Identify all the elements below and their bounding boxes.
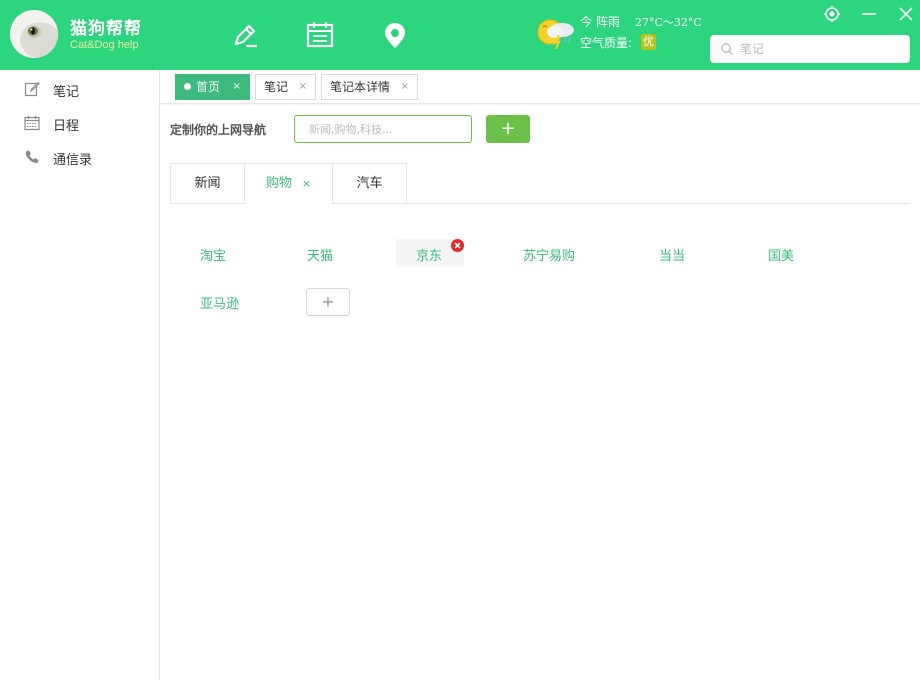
sidebar-item-label: 笔记 [53,85,80,100]
link-amazon[interactable]: 亚马逊 [200,293,239,312]
tab-shopping[interactable]: 购物 × [244,163,333,204]
tab-label: 购物 [265,176,292,191]
skin-icon[interactable] [822,4,842,24]
tab-label: 新闻 [194,176,221,191]
tab-label: 首页 [196,80,221,94]
link-tmall[interactable]: 天猫 [307,245,333,264]
phone-icon [24,149,40,165]
avatar[interactable] [10,10,58,58]
edit-icon[interactable] [230,20,260,50]
search-icon [720,42,734,56]
app-window: 猫狗帮帮 Cat&Dog help 今 阵雨 27°C～32°C 空气质量: 优… [0,0,920,680]
air-quality-badge: 优 [641,34,656,50]
link-dangdang[interactable]: 当当 [659,245,685,264]
add-category-button[interactable]: + [486,115,530,143]
weather-temperature: 27°C～32°C [635,16,702,29]
link-suning[interactable]: 苏宁易购 [523,245,575,264]
link-taobao[interactable]: 淘宝 [200,245,226,264]
category-input[interactable] [294,115,472,143]
app-header: 猫狗帮帮 Cat&Dog help 今 阵雨 27°C～32°C 空气质量: 优… [0,0,920,70]
location-icon[interactable] [380,20,410,50]
sidebar-item-contacts[interactable]: 通信录 [0,140,159,174]
weather-today: 今 阵雨 [580,15,620,29]
active-dot-icon [184,83,191,90]
link-gome[interactable]: 国美 [768,245,794,264]
search-box [710,35,910,63]
tab-home[interactable]: 首页 × [175,74,250,100]
tab-news[interactable]: 新闻 [170,163,245,204]
close-icon[interactable]: × [302,177,311,190]
close-icon[interactable]: × [299,75,307,99]
tab-label: 笔记 [264,80,289,94]
close-icon[interactable]: × [401,75,409,99]
close-icon[interactable] [896,4,916,24]
tab-cars[interactable]: 汽车 [332,163,407,204]
tab-notebook-detail[interactable]: 笔记本详情 × [321,74,418,100]
customize-label: 定制你的上网导航 [170,123,267,137]
delete-link-icon[interactable] [451,239,464,252]
tab-notes[interactable]: 笔记 × [255,74,316,100]
close-icon[interactable]: × [233,75,241,99]
calendar-icon [24,115,40,131]
brand-title: 猫狗帮帮 [70,19,142,39]
sidebar-item-label: 通信录 [53,153,93,168]
calendar-icon[interactable] [305,20,335,50]
air-quality-label: 空气质量: [580,36,633,50]
page-tabs: 首页 × 笔记 × 笔记本详情 × [160,70,920,104]
tab-label: 汽车 [356,176,383,191]
sidebar-item-schedule[interactable]: 日程 [0,106,159,140]
link-jd[interactable]: 京东 [416,245,442,264]
tab-label: 笔记本详情 [330,80,391,94]
edit-icon [24,81,40,97]
add-link-button[interactable]: + [306,288,350,316]
minimize-icon[interactable] [859,4,879,24]
sidebar-item-notes[interactable]: 笔记 [0,72,159,106]
brand-subtitle: Cat&Dog help [70,39,139,51]
sidebar-item-label: 日程 [53,119,80,134]
search-input[interactable] [740,39,900,59]
sidebar: 笔记 日程 通信录 [0,70,160,680]
thunder-rain-icon [533,13,577,51]
